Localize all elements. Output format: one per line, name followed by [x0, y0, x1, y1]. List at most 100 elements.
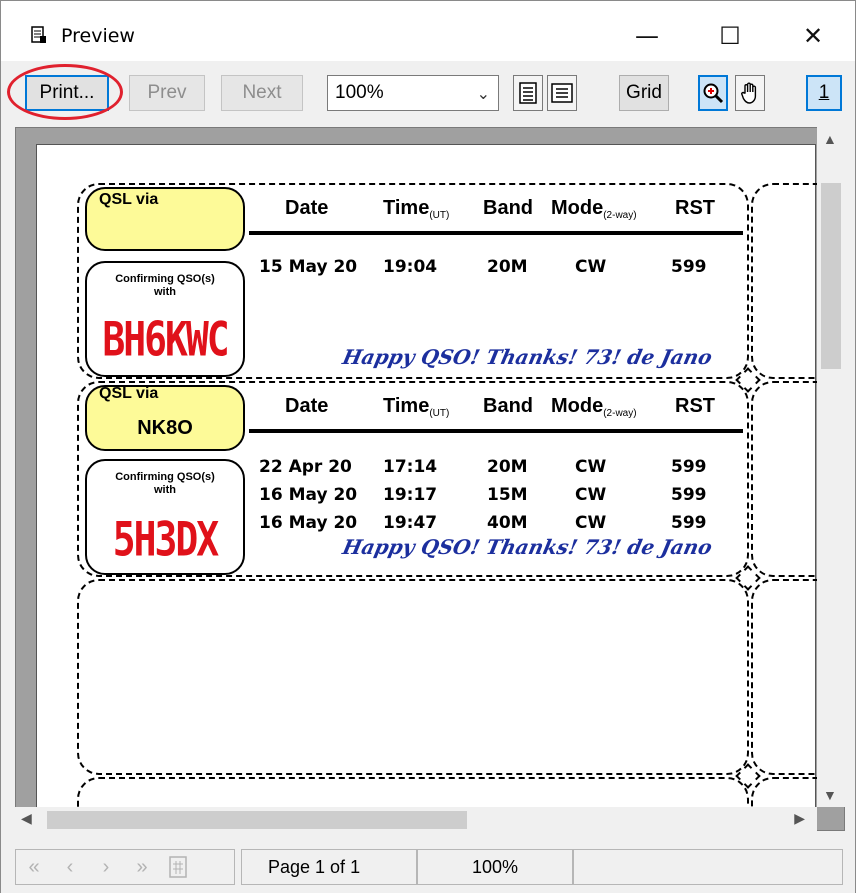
side-card-fragment — [751, 183, 821, 379]
qso-date: 22 Apr 20 — [259, 457, 352, 477]
header-mode-label: Mode — [551, 197, 604, 219]
header-rst: RST — [675, 395, 715, 417]
header-time-unit: (UT) — [429, 408, 450, 419]
minimize-button[interactable]: — — [621, 15, 673, 57]
qso-rst: 599 — [671, 513, 707, 533]
next-button[interactable]: Next — [221, 75, 303, 111]
confirm-label-line2: with — [154, 484, 176, 496]
confirm-box: Confirming QSO(s) with 5H3DX — [85, 459, 245, 575]
signoff-text: Happy QSO! Thanks! 73! de Jano — [340, 345, 715, 369]
close-button[interactable]: ✕ — [787, 15, 839, 57]
window-title: Preview — [61, 25, 135, 47]
qsl-via-box: QSL via — [85, 187, 245, 251]
scroll-right-icon[interactable]: ▶ — [794, 810, 805, 827]
qsl-via-label: QSL via — [99, 191, 159, 208]
preview-window: Preview — ☐ ✕ Print... Prev Next 100% ⌄ — [0, 0, 856, 893]
qsl-via-call: NK8O — [137, 417, 193, 439]
qsl-card: QSL via NK8O Date Time(UT) Band Mode(2-w… — [77, 381, 749, 577]
qso-band: 40M — [487, 513, 528, 533]
page-grid-icon — [169, 856, 187, 878]
chevron-down-icon: ⌄ — [476, 86, 490, 103]
qsl-card-empty — [77, 579, 749, 775]
horizontal-scrollbar[interactable]: ◀ ▶ — [15, 807, 817, 833]
header-band: Band — [483, 395, 533, 417]
confirm-label-line1: Confirming QSO(s) — [115, 471, 215, 483]
header-time: Time(UT) — [383, 197, 449, 221]
scroll-left-icon[interactable]: ◀ — [21, 810, 32, 827]
vertical-scrollbar[interactable]: ▲ ▼ — [817, 127, 845, 807]
qso-date: 16 May 20 — [259, 485, 358, 505]
prev-page-icon[interactable]: ‹ — [52, 850, 88, 884]
confirm-label-line1: Confirming QSO(s) — [115, 273, 215, 285]
confirm-box: Confirming QSO(s) with BH6KWC — [85, 261, 245, 377]
preview-area[interactable]: QSL via Date Time(UT) Band Mode(2-way) R… — [15, 127, 845, 831]
zoom-in-icon — [703, 83, 724, 104]
signoff-text: Happy QSO! Thanks! 73! de Jano — [340, 535, 715, 559]
qso-band: 20M — [487, 457, 528, 477]
horizontal-scroll-thumb[interactable] — [47, 811, 467, 829]
title-bar: Preview — ☐ ✕ — [1, 1, 855, 61]
maximize-button[interactable]: ☐ — [704, 15, 756, 57]
one-page-button[interactable]: 1 — [806, 75, 842, 111]
side-card-fragment — [751, 381, 821, 577]
header-rule — [249, 231, 743, 235]
hand-icon — [741, 82, 757, 104]
header-date: Date — [285, 395, 329, 417]
qso-rst: 599 — [671, 485, 707, 505]
first-page-icon[interactable]: « — [16, 850, 52, 884]
page-nav-group: « ‹ › » — [15, 849, 235, 885]
header-rst: RST — [675, 197, 715, 219]
qsl-card: QSL via Date Time(UT) Band Mode(2-way) R… — [77, 183, 749, 379]
page-setup-icon[interactable] — [160, 850, 196, 884]
qso-mode: CW — [575, 513, 607, 533]
header-time-label: Time — [383, 197, 430, 219]
qso-time: 17:14 — [383, 457, 438, 477]
qso-time: 19:17 — [383, 485, 438, 505]
header-mode-label: Mode — [551, 395, 604, 417]
qso-date: 16 May 20 — [259, 513, 358, 533]
qso-mode: CW — [575, 457, 607, 477]
print-button[interactable]: Print... — [25, 75, 109, 111]
qso-rst: 599 — [671, 257, 707, 277]
callsign: BH6KWC — [102, 311, 229, 367]
qso-time: 19:47 — [383, 513, 438, 533]
header-mode-unit: (2-way) — [603, 408, 637, 419]
zoom-select-value: 100% — [335, 82, 384, 103]
status-empty-field — [573, 849, 843, 885]
header-band: Band — [483, 197, 533, 219]
zoom-select[interactable]: 100% ⌄ — [327, 75, 499, 111]
header-mode-unit: (2-way) — [603, 210, 637, 221]
header-rule — [249, 429, 743, 433]
next-page-icon[interactable]: › — [88, 850, 124, 884]
page-lines-icon — [519, 82, 537, 104]
header-time-label: Time — [383, 395, 430, 417]
scroll-down-icon[interactable]: ▼ — [823, 787, 837, 803]
pan-tool-button[interactable] — [735, 75, 765, 111]
preview-app-icon — [31, 26, 46, 43]
prev-button[interactable]: Prev — [129, 75, 205, 111]
qso-time: 19:04 — [383, 257, 438, 277]
vertical-scroll-thumb[interactable] — [821, 183, 841, 369]
zoom-indicator: 100% — [417, 849, 573, 885]
header-mode: Mode(2-way) — [551, 197, 637, 221]
status-bar: « ‹ › » Page 1 of 1 100% — [1, 839, 855, 893]
qso-date: 15 May 20 — [259, 257, 358, 277]
header-time-unit: (UT) — [429, 210, 450, 221]
qso-rst: 599 — [671, 457, 707, 477]
qsl-via-label: QSL via — [99, 385, 159, 402]
qso-band: 20M — [487, 257, 528, 277]
page-width-button[interactable] — [513, 75, 543, 111]
header-mode: Mode(2-way) — [551, 395, 637, 419]
zoom-tool-button[interactable] — [698, 75, 728, 111]
scroll-up-icon[interactable]: ▲ — [823, 131, 837, 147]
grid-button[interactable]: Grid — [619, 75, 669, 111]
confirm-label: Confirming QSO(s) with — [87, 273, 243, 299]
last-page-icon[interactable]: » — [124, 850, 160, 884]
confirm-label-line2: with — [154, 286, 176, 298]
page-indicator: Page 1 of 1 — [241, 849, 417, 885]
whole-page-button[interactable] — [547, 75, 577, 111]
preview-page: QSL via Date Time(UT) Band Mode(2-way) R… — [36, 144, 821, 830]
qso-band: 15M — [487, 485, 528, 505]
page-lines-wide-icon — [551, 83, 573, 103]
callsign: 5H3DX — [112, 511, 219, 567]
